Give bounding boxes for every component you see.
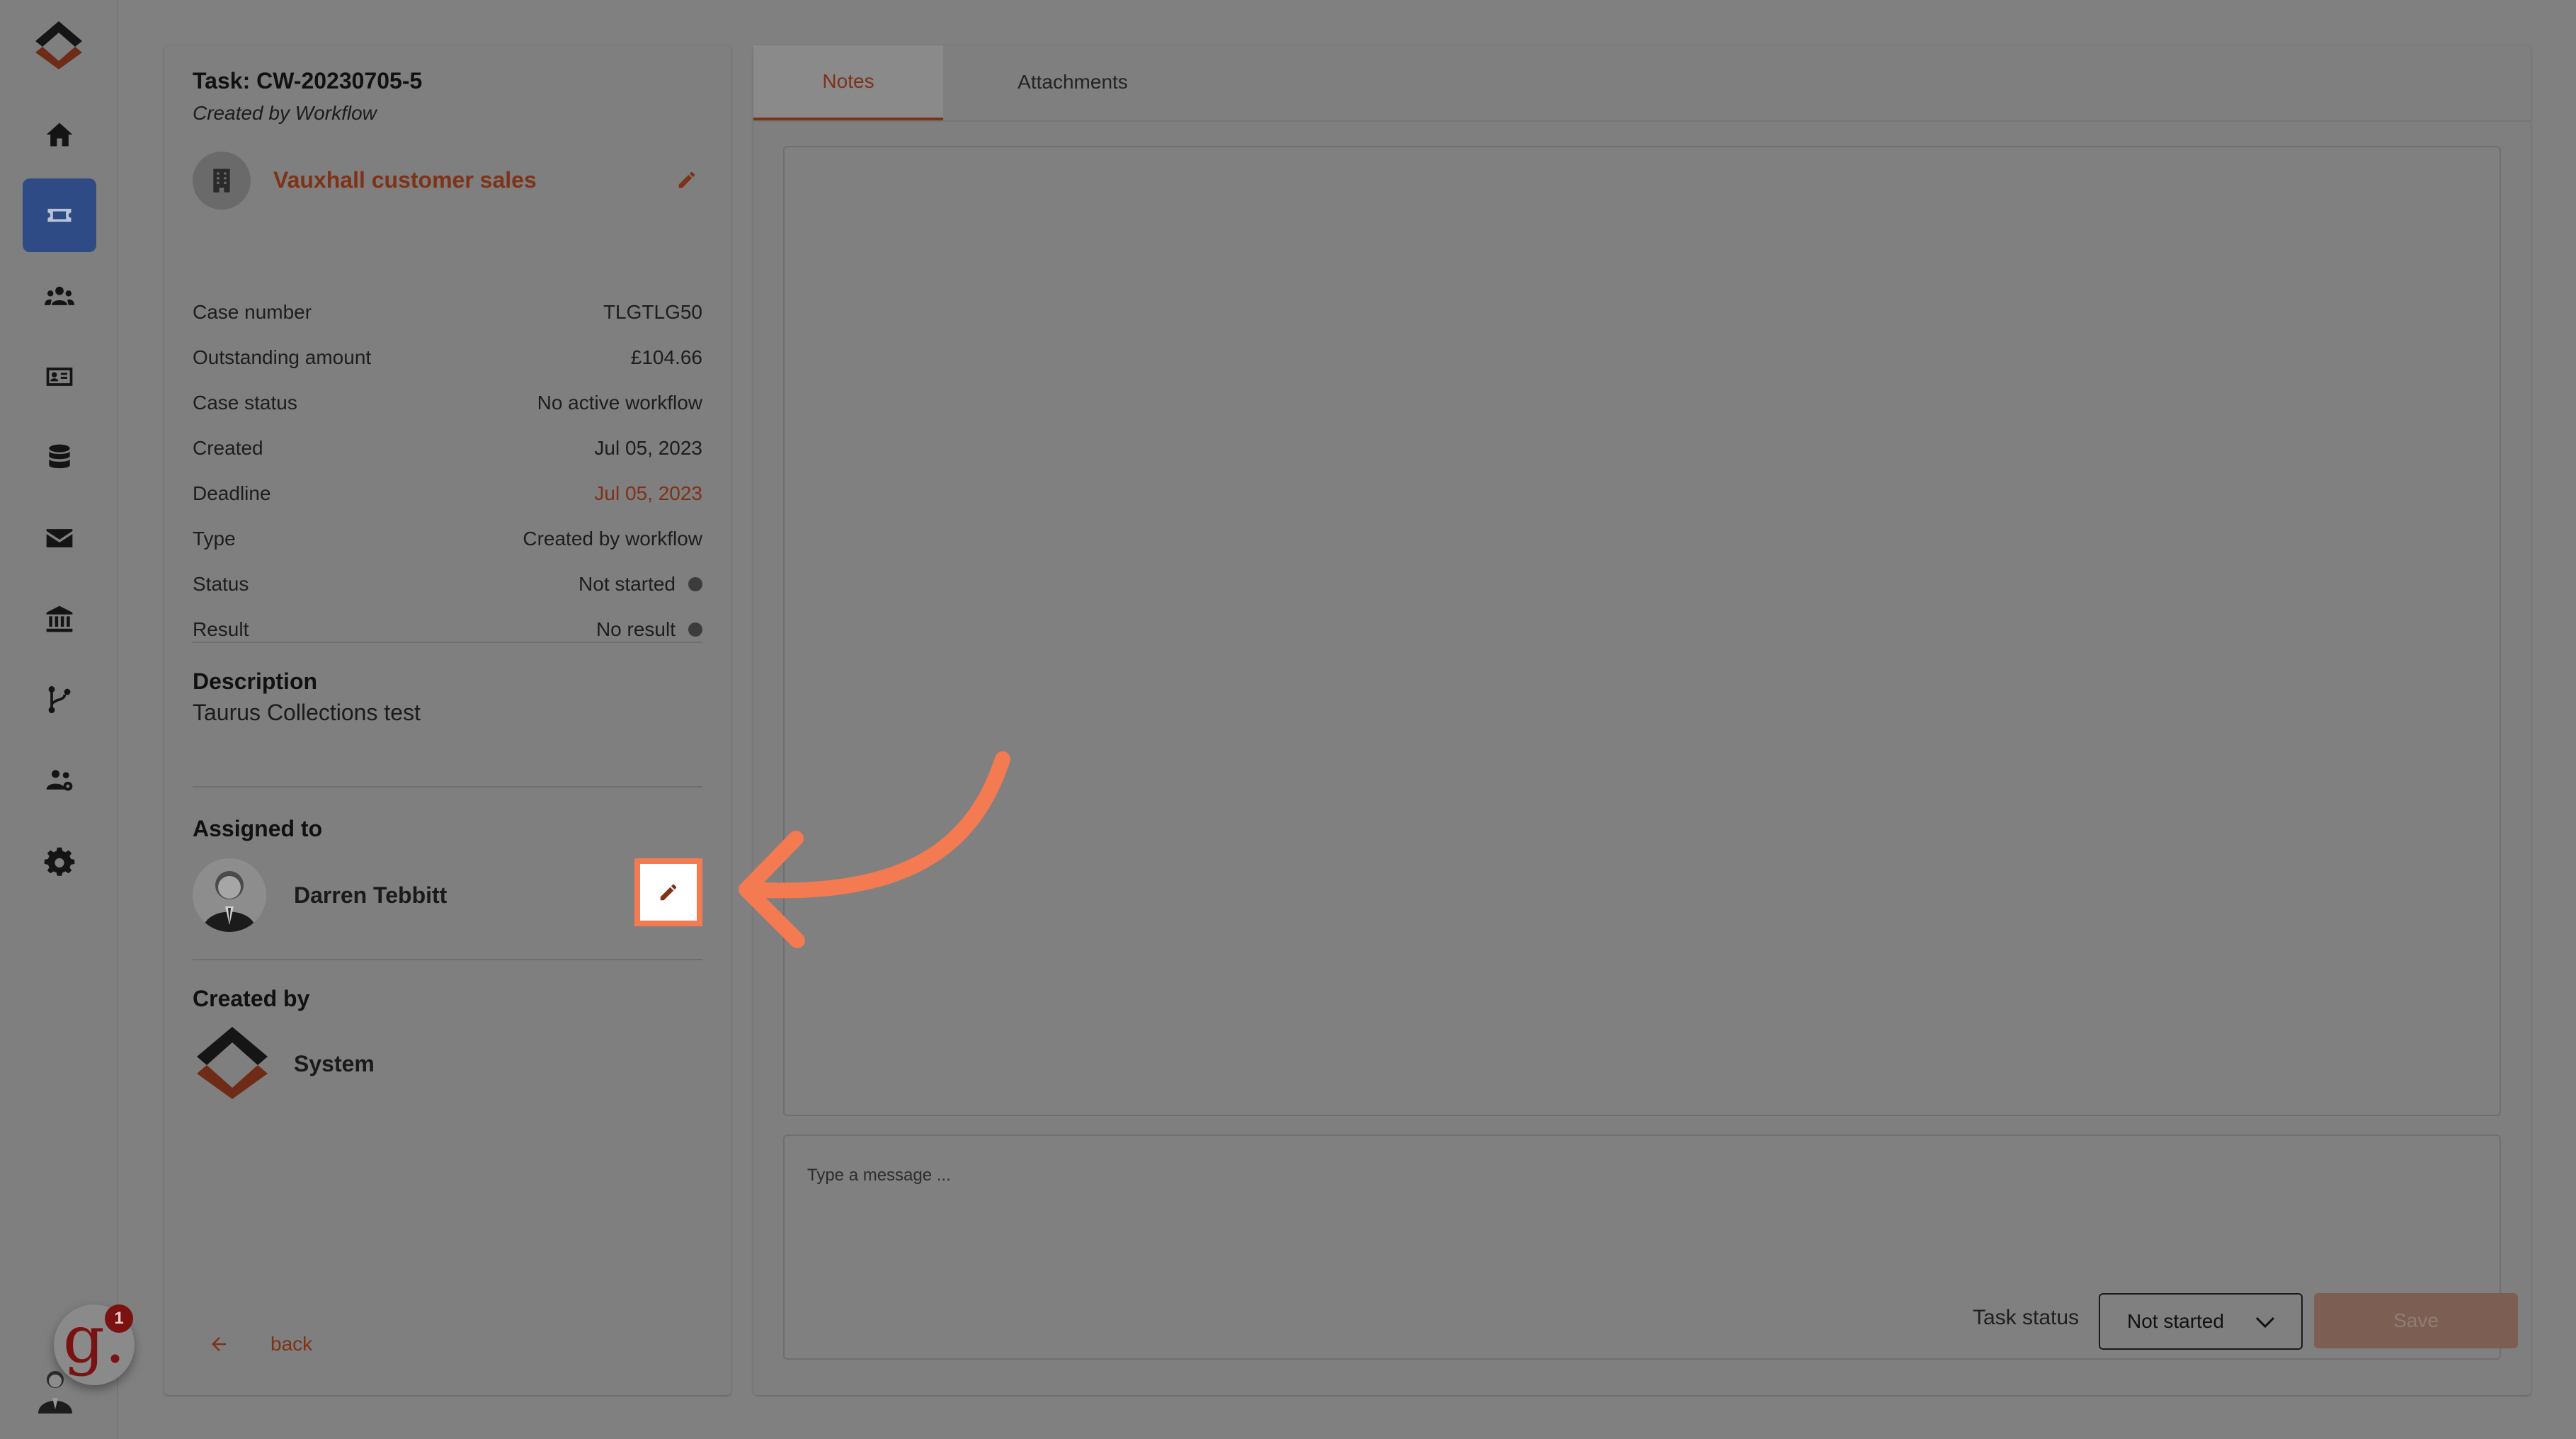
system-logo-icon <box>197 1027 268 1099</box>
message-composer: Task status Not started Save <box>783 1134 2518 1360</box>
detail-value: No active workflow <box>537 392 702 414</box>
sidebar-nav: g. 1 <box>0 0 135 1439</box>
detail-label: Result <box>193 618 249 640</box>
detail-label: Type <box>193 528 236 550</box>
database-icon <box>49 444 70 469</box>
task-title: Task: CW-20230705-5 <box>193 68 423 93</box>
assigned-heading: Assigned to <box>193 816 323 841</box>
mail-icon <box>46 529 73 547</box>
divider <box>193 642 702 643</box>
detail-label: Created <box>193 437 263 459</box>
app-logo-icon[interactable] <box>33 20 85 69</box>
gear-icon <box>44 847 75 876</box>
tab-attachments[interactable]: Attachments <box>966 45 1180 119</box>
pencil-icon <box>660 884 677 901</box>
notes-list[interactable] <box>783 146 2501 1116</box>
nav-contacts[interactable] <box>23 340 96 414</box>
detail-type: Type Created by workflow <box>193 516 702 562</box>
bank-icon <box>46 605 73 632</box>
chevron-down-icon <box>2255 1316 2275 1329</box>
detail-value: TLGTLG50 <box>603 301 702 323</box>
divider <box>193 959 702 960</box>
arrow-left-icon <box>212 1337 226 1351</box>
detail-value: No result <box>595 618 676 640</box>
task-status-value: Not started <box>2127 1310 2224 1332</box>
created-by-heading: Created by <box>193 986 310 1011</box>
building-icon <box>213 169 230 193</box>
ticket-icon <box>47 208 72 222</box>
id-card-icon <box>46 368 73 386</box>
detail-deadline: Deadline Jul 05, 2023 <box>193 471 702 516</box>
task-status-label: Task status <box>1973 1306 2080 1329</box>
divider <box>193 786 702 787</box>
nav-customers[interactable] <box>23 259 96 333</box>
detail-label: Status <box>193 573 249 595</box>
person-photo-icon <box>193 858 266 932</box>
detail-value: Jul 05, 2023 <box>594 482 702 504</box>
callout-arrow-icon <box>739 751 1010 948</box>
nav-tasks[interactable] <box>23 178 96 252</box>
detail-result: Result No result <box>193 607 702 652</box>
detail-label: Case status <box>193 392 297 414</box>
detail-case-status: Case status No active workflow <box>193 380 702 426</box>
task-subtitle: Created by Workflow <box>193 102 377 124</box>
result-dot-icon <box>688 622 702 637</box>
nav-mail[interactable] <box>23 501 96 575</box>
nav-database[interactable] <box>23 421 96 494</box>
edit-assignee-button[interactable] <box>634 858 702 926</box>
nav-bank[interactable] <box>23 582 96 656</box>
user-avatar[interactable] <box>34 1367 76 1414</box>
back-label: back <box>270 1333 313 1355</box>
detail-status: Status Not started <box>193 562 702 607</box>
pencil-icon <box>678 171 695 188</box>
nav-workflows[interactable] <box>23 663 96 736</box>
detail-value-wrap: Not started <box>579 573 702 596</box>
detail-value: £104.66 <box>630 346 702 368</box>
team-icon <box>46 770 73 791</box>
detail-label: Outstanding amount <box>193 346 372 368</box>
detail-value: Not started <box>579 573 676 595</box>
nav-team[interactable] <box>23 744 96 817</box>
users-icon <box>44 286 75 305</box>
tab-bar: Notes Attachments <box>753 45 2531 122</box>
detail-label: Case number <box>193 301 312 323</box>
company-link[interactable]: Vauxhall customer sales <box>273 167 537 193</box>
home-icon <box>46 123 73 147</box>
detail-value: Jul 05, 2023 <box>594 437 702 459</box>
detail-case-number: Case number TLGTLG50 <box>193 290 702 335</box>
detail-value: Created by workflow <box>523 528 702 550</box>
edit-company-button[interactable] <box>671 164 702 195</box>
back-link[interactable]: back <box>208 1333 312 1355</box>
company-avatar <box>193 152 251 210</box>
company-row: Vauxhall customer sales <box>193 152 702 210</box>
detail-label: Deadline <box>193 482 271 504</box>
status-dot-icon <box>688 577 702 591</box>
nav-home[interactable] <box>23 98 96 171</box>
nav-settings[interactable] <box>23 826 96 899</box>
task-details-panel: Task: CW-20230705-5 Created by Workflow … <box>164 45 731 1395</box>
notification-count: 1 <box>105 1304 133 1333</box>
message-input[interactable] <box>806 1157 2225 1194</box>
tab-notes[interactable]: Notes <box>753 45 943 122</box>
description-text: Taurus Collections test <box>193 700 421 725</box>
detail-value-wrap: No result <box>596 618 702 641</box>
description-heading: Description <box>193 669 318 694</box>
creator-name: System <box>294 1051 375 1076</box>
branch-icon <box>48 686 71 714</box>
notes-panel: Notes Attachments Task status Not starte… <box>753 45 2531 1395</box>
detail-outstanding-amount: Outstanding amount £104.66 <box>193 335 702 380</box>
tab-divider <box>753 120 2531 122</box>
detail-created: Created Jul 05, 2023 <box>193 426 702 471</box>
save-button[interactable]: Save <box>2314 1293 2518 1348</box>
assignee-avatar <box>193 858 266 932</box>
assignee-name: Darren Tebbitt <box>294 882 448 908</box>
details-list: Case number TLGTLG50 Outstanding amount … <box>193 290 702 652</box>
task-status-select[interactable]: Not started <box>2099 1293 2303 1350</box>
